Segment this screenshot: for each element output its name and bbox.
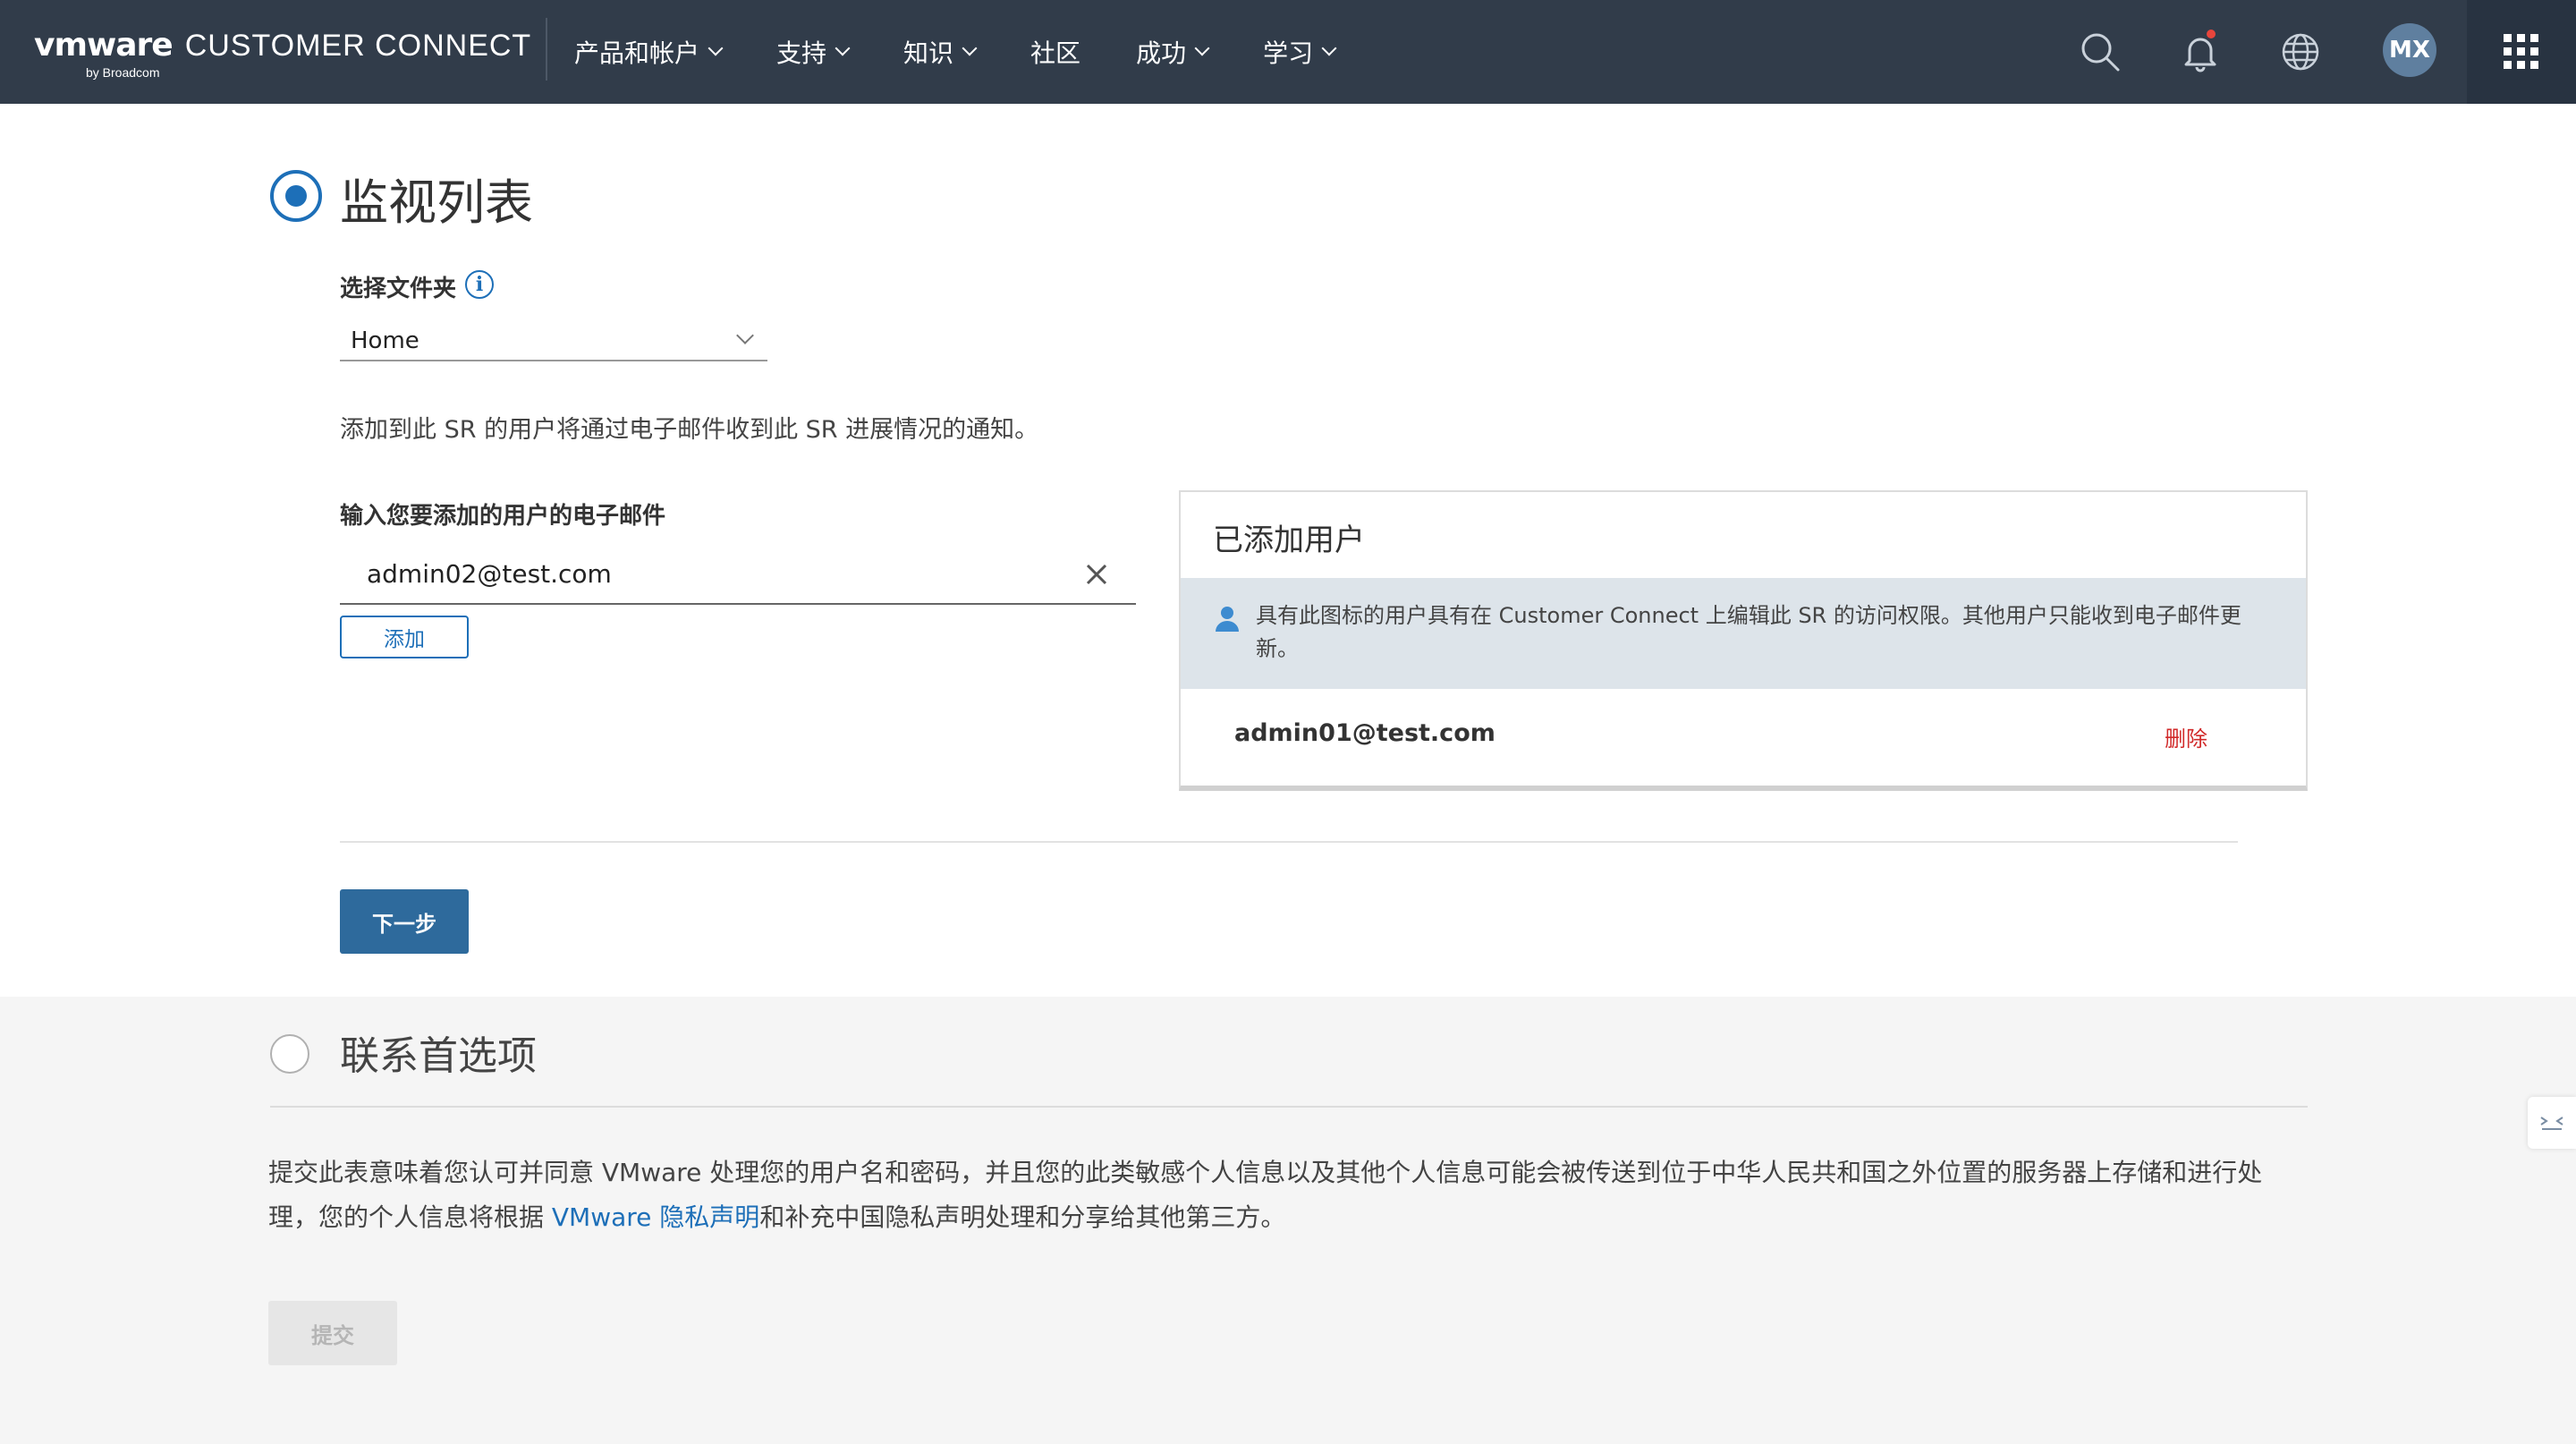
folder-select[interactable]: Home [340,322,767,361]
added-user-email: admin01@test.com [1234,719,1496,747]
apps-grid-icon [2504,34,2538,69]
logo-by-broadcom: by Broadcom [86,65,160,80]
chevron-down-icon [835,40,851,56]
step-contact-radio[interactable] [270,1034,309,1074]
logo-vmware-text: vmware [34,27,174,64]
submit-button[interactable]: 提交 [268,1301,397,1365]
step-watchlist-radio[interactable] [270,170,322,222]
nav-item-support[interactable]: 支持 [776,34,851,70]
watchlist-description: 添加到此 SR 的用户将通过电子邮件收到此 SR 进展情况的通知。 [340,416,1039,444]
privacy-statement-link[interactable]: VMware 隐私声明 [552,1202,759,1232]
nav-item-knowledge[interactable]: 知识 [903,34,978,70]
add-user-button[interactable]: 添加 [340,616,469,658]
chevron-down-icon [1321,40,1337,56]
nav-item-products-accounts[interactable]: 产品和帐户 [574,34,724,70]
nav-item-label: 社区 [1030,38,1081,68]
folder-label: 选择文件夹 [340,276,457,302]
header-divider [546,18,547,81]
nav-item-label: 产品和帐户 [574,38,700,68]
email-field[interactable]: admin02@test.com [340,544,1136,605]
email-field-value: admin02@test.com [367,558,612,589]
info-icon[interactable]: i [465,270,494,299]
delete-user-link[interactable]: 删除 [2165,721,2207,752]
logo-product-text: CUSTOMER CONNECT [184,29,532,63]
consent-text: 提交此表意味着您认可并同意 VMware 处理您的用户名和密码，并且您的此类敏感… [268,1151,2272,1240]
notification-dot [2207,30,2216,38]
chevron-down-icon [962,40,978,56]
feedback-side-tab[interactable] [2528,1097,2576,1149]
nav-item-label: 知识 [903,38,954,68]
access-note-text: 具有此图标的用户具有在 Customer Connect 上编辑此 SR 的访问… [1256,603,2241,661]
nav-item-learning[interactable]: 学习 [1263,34,1337,70]
person-icon [1216,607,1239,632]
globe-icon[interactable] [2275,27,2326,77]
added-users-card: 已添加用户 具有此图标的用户具有在 Customer Connect 上编辑此 … [1179,490,2308,791]
bell-icon[interactable] [2175,27,2225,77]
nav-item-community[interactable]: 社区 [1030,34,1080,70]
folder-select-value: Home [351,327,419,354]
nav-item-label: 成功 [1136,38,1187,68]
section-divider [340,841,2238,843]
vmware-customer-connect-logo[interactable]: vmware CUSTOMER CONNECT by Broadcom [34,27,531,80]
avatar[interactable]: MX [2383,23,2436,77]
added-users-title: 已添加用户 [1213,522,1365,558]
access-note: 具有此图标的用户具有在 Customer Connect 上编辑此 SR 的访问… [1181,578,2306,689]
section-divider [270,1106,2308,1108]
contact-preferences-title: 联系首选项 [340,1033,537,1079]
chevron-down-icon [736,327,754,344]
chevron-down-icon [1194,40,1210,56]
nav-item-success[interactable]: 成功 [1136,34,1210,70]
watchlist-title: 监视列表 [340,174,533,231]
apps-grid-button[interactable] [2467,0,2576,104]
clear-input-icon[interactable] [1077,555,1116,594]
feedback-icon [2540,1117,2563,1130]
top-nav-bar: vmware CUSTOMER CONNECT by Broadcom 产品和帐… [0,0,2576,104]
consent-text-end: 和补充中国隐私声明处理和分享给其他第三方。 [759,1202,1286,1232]
nav-item-label: 学习 [1263,38,1314,68]
nav-item-label: 支持 [776,38,827,68]
next-step-button[interactable]: 下一步 [340,889,469,954]
main-nav: 产品和帐户 支持 知识 社区 成功 学习 [574,0,1390,104]
email-label: 输入您要添加的用户的电子邮件 [340,503,666,530]
search-icon[interactable] [2075,27,2125,77]
chevron-down-icon [708,40,724,56]
